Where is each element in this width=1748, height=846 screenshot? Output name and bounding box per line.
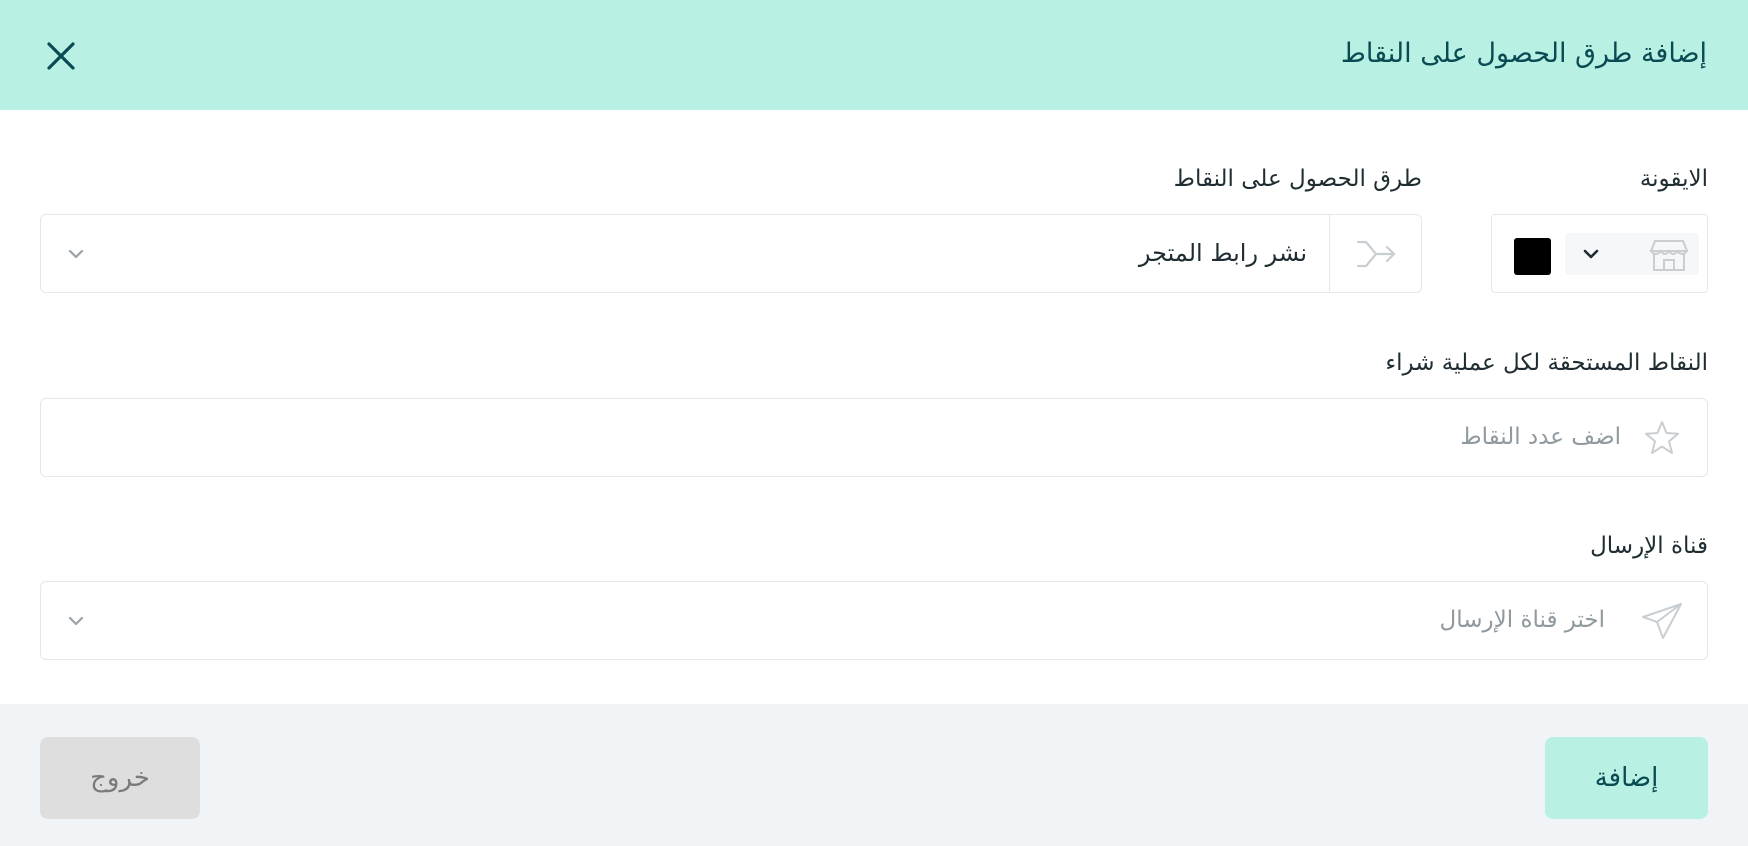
method-label: طرق الحصول على النقاط [1173,166,1422,192]
points-field [40,398,1708,477]
method-prefix [1329,215,1421,292]
add-button[interactable]: إضافة [1545,737,1708,819]
store-icon [1649,240,1689,271]
points-label: النقاط المستحقة لكل عملية شراء [1385,350,1708,376]
channel-label: قناة الإرسال [1590,533,1708,559]
color-swatch[interactable] [1514,238,1551,275]
close-button[interactable] [36,31,86,81]
dialog-header: إضافة طرق الحصول على النقاط [0,0,1748,110]
chevron-down-icon [1583,249,1599,259]
close-icon [47,42,75,70]
star-icon [1645,421,1679,454]
dialog-title: إضافة طرق الحصول على النقاط [1340,38,1707,69]
points-input[interactable] [221,417,1621,457]
send-icon [1642,603,1682,639]
icon-label: الايقونة [1639,166,1708,192]
channel-select[interactable]: اختر قناة الإرسال [40,581,1708,660]
method-select[interactable]: نشر رابط المتجر [40,214,1422,293]
channel-placeholder: اختر قناة الإرسال [1439,607,1605,633]
method-value: نشر رابط المتجر [1138,239,1307,267]
exit-button[interactable]: خروج [40,737,200,819]
shuffle-icon [1356,240,1395,267]
dialog-footer: إضافة خروج [0,704,1748,846]
icon-picker [1491,214,1708,293]
chevron-down-icon [68,616,84,626]
add-points-method-dialog: إضافة طرق الحصول على النقاط الايقونة طرق… [0,0,1748,846]
chevron-down-icon [68,249,84,259]
icon-select[interactable] [1565,233,1699,275]
